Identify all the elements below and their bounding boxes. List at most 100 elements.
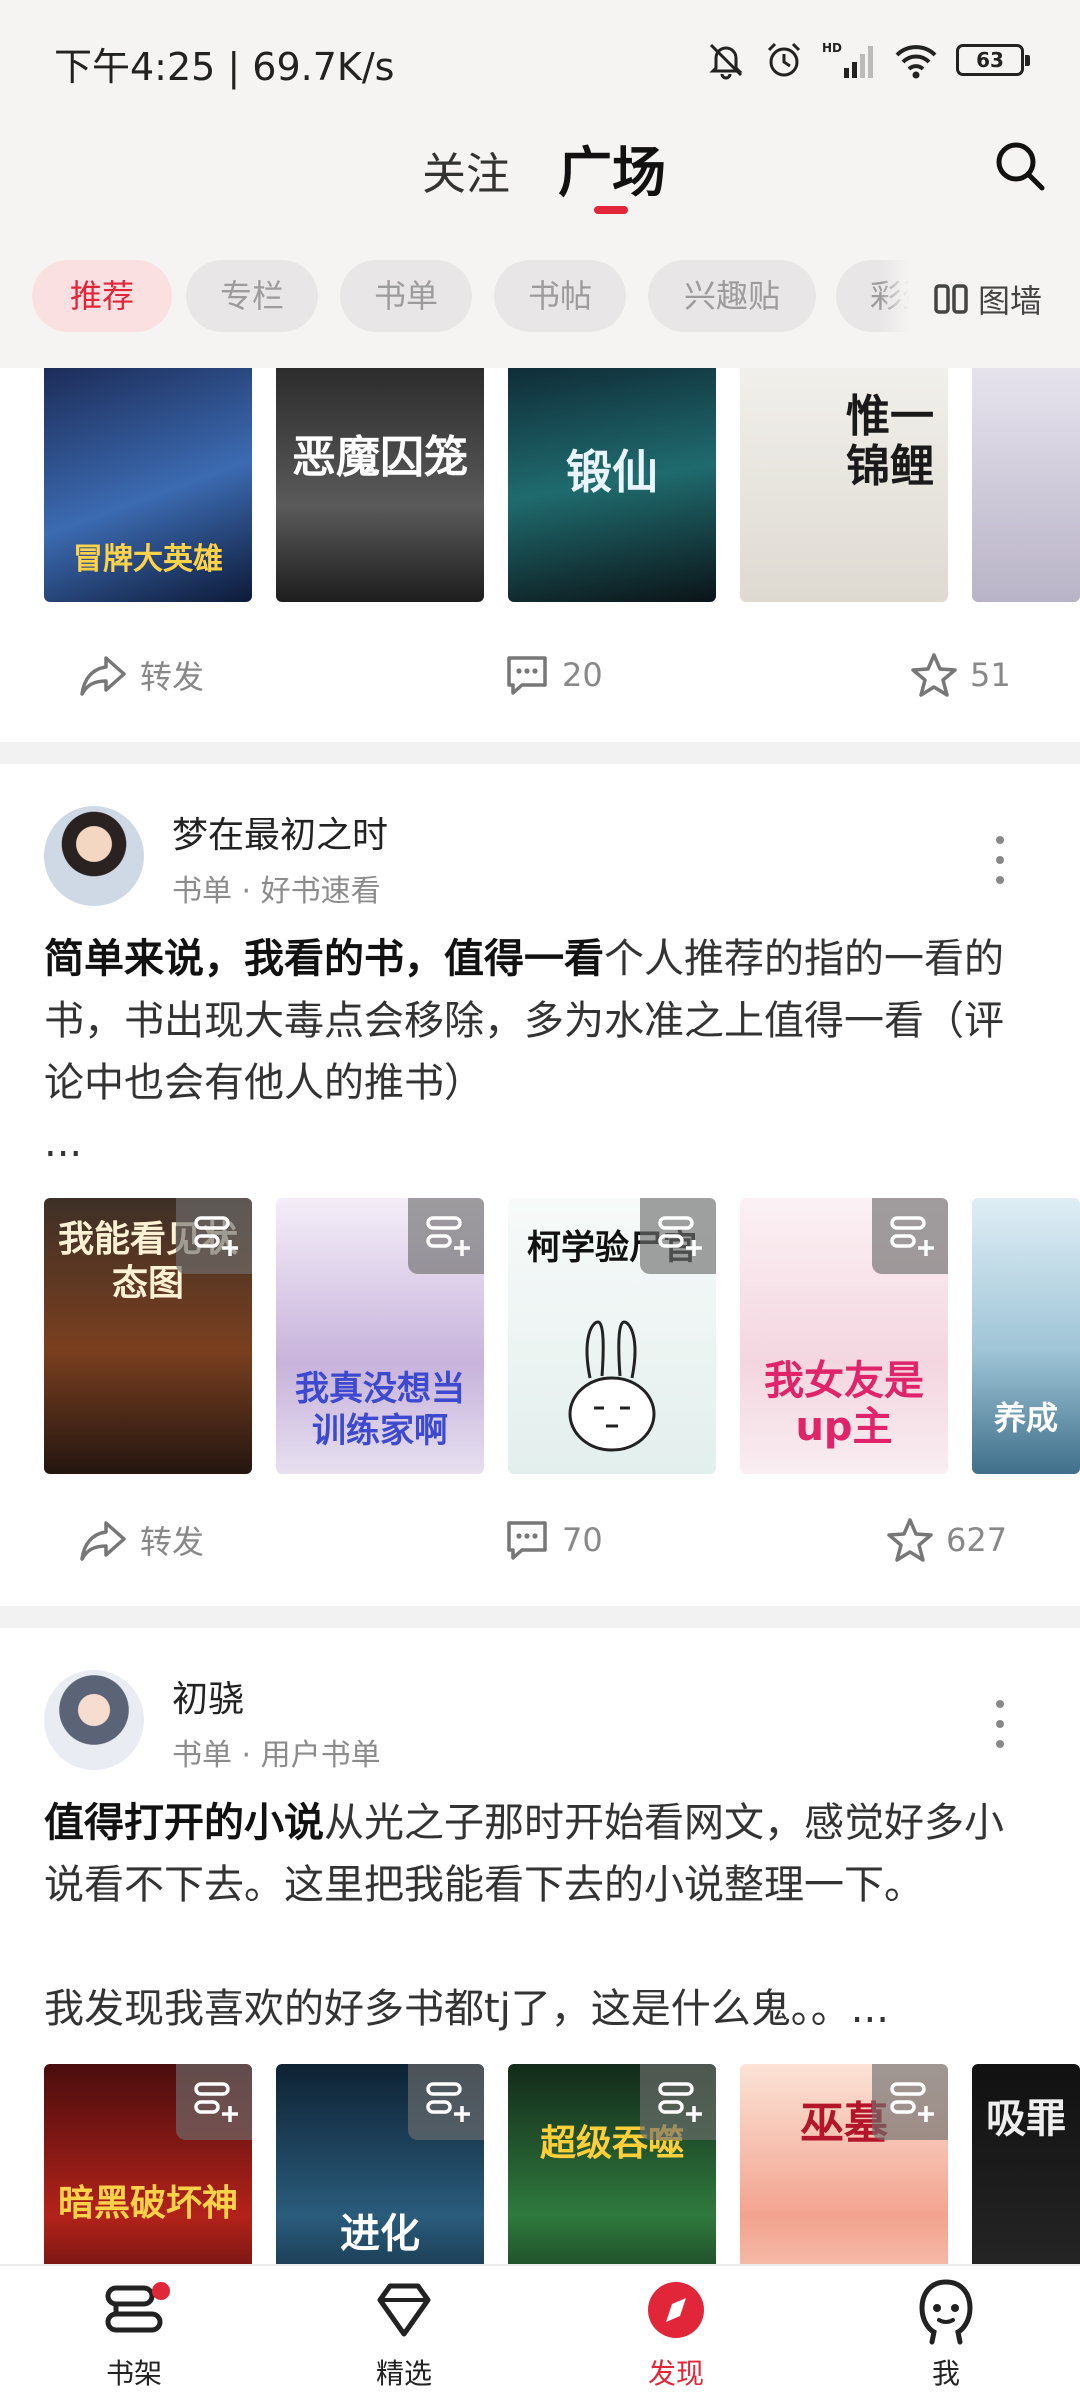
add-to-shelf-button[interactable] xyxy=(176,2064,252,2140)
post-3-covers: 暗黑破坏神 进化 超级吞噬 巫墓 吸罪 xyxy=(44,2064,1080,2264)
share-button[interactable]: 转发 xyxy=(78,635,204,715)
share-label: 转发 xyxy=(140,658,205,696)
comment-icon xyxy=(507,1521,547,1560)
add-to-shelf-icon xyxy=(194,2082,238,2122)
author-name[interactable]: 梦在最初之时 xyxy=(172,806,388,858)
signal-icon: HD xyxy=(822,41,873,78)
add-to-shelf-button[interactable] xyxy=(176,1198,252,1274)
comment-count: 70 xyxy=(562,1521,603,1559)
post-ellipsis: ... xyxy=(44,1120,83,1166)
section-divider xyxy=(0,1606,1080,1628)
add-to-shelf-icon xyxy=(658,2082,702,2122)
battery-indicator: 63 xyxy=(956,44,1030,76)
author-name[interactable]: 初骁 xyxy=(172,1670,244,1722)
add-to-shelf-button[interactable] xyxy=(640,1198,716,1274)
nav-discover[interactable]: 发现 xyxy=(576,2266,776,2400)
comment-button[interactable]: 20 xyxy=(504,635,603,715)
chip-recommend[interactable]: 推荐 xyxy=(32,260,172,332)
status-bar: 下午4:25 | 69.7K/s HD 63 xyxy=(0,0,1080,120)
post-text[interactable]: 值得打开的小说从光之子那时开始看网文，感觉好多小说看不下去。这里把我能看下去的小… xyxy=(44,1792,1036,1978)
chip-bookpost[interactable]: 书帖 xyxy=(494,260,626,332)
post-title: 值得打开的小说 xyxy=(44,1800,324,1846)
book-cover[interactable]: 进化 xyxy=(276,2064,484,2264)
add-to-shelf-icon xyxy=(890,2082,934,2122)
grid-wall-icon xyxy=(934,284,968,314)
add-to-shelf-button[interactable] xyxy=(872,1198,948,1274)
cover-title: 我真没想当训练家啊 xyxy=(295,1369,465,1451)
comment-button[interactable]: 70 xyxy=(504,1500,603,1580)
share-icon xyxy=(80,1521,126,1561)
book-cover[interactable]: 我女友是up主 xyxy=(740,1198,948,1474)
book-cover[interactable]: 柯学验尸官 xyxy=(508,1198,716,1474)
search-icon xyxy=(996,142,1045,191)
more-options-button[interactable] xyxy=(980,1694,1020,1754)
book-cover[interactable]: 冒牌大英雄 xyxy=(44,368,252,602)
cover-title: 锻仙 xyxy=(566,445,658,499)
alarm-icon xyxy=(767,42,801,77)
post-meta: 书单 · 好书速看 xyxy=(172,874,381,909)
compass-icon xyxy=(648,2282,704,2338)
nav-label: 精选 xyxy=(375,2357,432,2390)
filter-bar: 推荐 专栏 书单 书帖 兴趣贴 彩蛋 图墙 xyxy=(0,230,1080,368)
feed[interactable]: 冒牌大英雄 恶魔囚笼 锻仙 惟一锦鲤 转发 20 51 梦在最初之时 书单 · … xyxy=(0,368,1080,2264)
book-cover[interactable]: 暗黑破坏神 xyxy=(44,2064,252,2264)
add-to-shelf-icon xyxy=(426,1216,470,1256)
wifi-icon xyxy=(895,45,937,79)
status-icons: HD 63 xyxy=(706,38,1030,82)
book-cover[interactable]: 惟一锦鲤 xyxy=(740,368,948,602)
bell-muted-icon xyxy=(709,43,743,80)
avatar[interactable] xyxy=(44,1670,144,1770)
add-to-shelf-button[interactable] xyxy=(872,2064,948,2140)
cover-title: 养成 xyxy=(993,1399,1058,1437)
add-to-shelf-icon xyxy=(658,1216,702,1256)
book-cover[interactable] xyxy=(972,368,1080,602)
add-to-shelf-button[interactable] xyxy=(408,1198,484,1274)
add-to-shelf-button[interactable] xyxy=(408,2064,484,2140)
image-wall-button[interactable]: 图墙 xyxy=(880,230,1080,368)
profile-icon xyxy=(919,2279,973,2345)
like-button[interactable]: 627 xyxy=(886,1500,1007,1580)
cover-title: 我女友是up主 xyxy=(764,1358,924,1450)
like-count: 51 xyxy=(970,656,1011,694)
post-text[interactable]: 简单来说，我看的书，值得一看个人推荐的指的一看的书，书出现大毒点会移除，多为水准… xyxy=(44,928,1036,1114)
header: 关注 广场 xyxy=(0,120,1080,230)
like-count: 627 xyxy=(946,1521,1008,1559)
post-1-covers: 冒牌大英雄 恶魔囚笼 锻仙 惟一锦鲤 xyxy=(44,368,1080,648)
status-time: 下午4:25 | 69.7K/s xyxy=(54,45,395,89)
post-title: 简单来说，我看的书，值得一看 xyxy=(44,936,604,982)
cover-title: 惟一锦鲤 xyxy=(846,391,934,492)
book-cover[interactable]: 养成 xyxy=(972,1198,1080,1474)
book-cover[interactable]: 恶魔囚笼 xyxy=(276,368,484,602)
book-cover[interactable]: 我真没想当训练家啊 xyxy=(276,1198,484,1474)
search-button[interactable] xyxy=(990,136,1050,196)
add-to-shelf-button[interactable] xyxy=(640,2064,716,2140)
star-icon xyxy=(911,653,957,697)
add-to-shelf-icon xyxy=(426,2082,470,2122)
tab-follow[interactable]: 关注 xyxy=(422,138,510,202)
nav-featured[interactable]: 精选 xyxy=(304,2266,504,2400)
book-cover[interactable]: 吸罪 xyxy=(972,2064,1080,2264)
chip-interest[interactable]: 兴趣贴 xyxy=(648,260,816,332)
share-label: 转发 xyxy=(140,1523,205,1561)
cover-title: 冒牌大英雄 xyxy=(73,542,223,577)
active-tab-indicator xyxy=(594,206,628,214)
book-cover[interactable]: 锻仙 xyxy=(508,368,716,602)
more-options-button[interactable] xyxy=(980,830,1020,890)
section-divider xyxy=(0,742,1080,764)
bottom-nav: 书架 精选 发现 我 xyxy=(0,2264,1080,2400)
star-icon xyxy=(887,1518,933,1562)
add-to-shelf-icon xyxy=(890,1216,934,1256)
nav-bookshelf[interactable]: 书架 xyxy=(34,2266,234,2400)
chip-column[interactable]: 专栏 xyxy=(186,260,318,332)
chip-booklist[interactable]: 书单 xyxy=(340,260,472,332)
post-2-covers: 我能看见状态图 我真没想当训练家啊 柯学验尸官 我女友是up主 养成 xyxy=(44,1198,1080,1478)
book-cover[interactable]: 超级吞噬 xyxy=(508,2064,716,2264)
book-cover[interactable]: 巫墓 xyxy=(740,2064,948,2264)
post-text-second-line: 我发现我喜欢的好多书都tj了，这是什么鬼。。... xyxy=(44,1986,889,2032)
tab-square[interactable]: 广场 xyxy=(558,128,666,207)
share-button[interactable]: 转发 xyxy=(78,1500,204,1580)
avatar[interactable] xyxy=(44,806,144,906)
book-cover[interactable]: 我能看见状态图 xyxy=(44,1198,252,1474)
like-button[interactable]: 51 xyxy=(910,635,1011,715)
nav-profile[interactable]: 我 xyxy=(846,2266,1046,2400)
